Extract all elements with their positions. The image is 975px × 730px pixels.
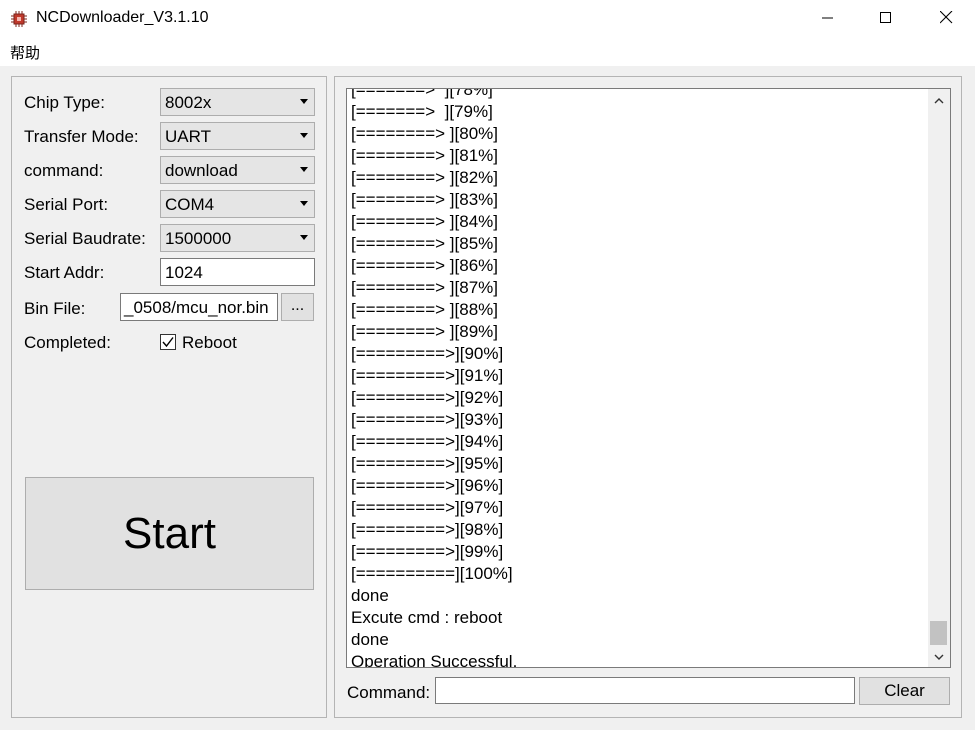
bin-file-label: Bin File:: [24, 299, 86, 318]
log-line: [==========][100%]: [351, 564, 513, 583]
log-line: [========> ][89%]: [351, 322, 498, 341]
log-line: [=========>][92%]: [351, 388, 504, 407]
chip-type-value: 8002x: [165, 93, 212, 112]
log-line: Excute cmd : reboot: [351, 608, 503, 627]
log-lines: [=======> ][78%] [=======> ][79%] [=======…: [351, 88, 926, 668]
log-line: done: [351, 586, 389, 605]
chevron-down-icon: [300, 99, 308, 104]
log-output[interactable]: [=======> ][78%] [=======> ][79%] [=======…: [346, 88, 951, 668]
menu-help[interactable]: 帮助: [10, 42, 40, 63]
log-line: [=========>][98%]: [351, 520, 504, 539]
clear-button[interactable]: Clear: [859, 677, 950, 705]
log-line: [========> ][80%]: [351, 124, 498, 143]
log-line: [=======> ][79%]: [351, 102, 493, 121]
scroll-up-button[interactable]: [928, 89, 950, 111]
log-line: [=======> ][78%]: [351, 88, 493, 99]
command-label: command:: [24, 161, 104, 180]
baudrate-select[interactable]: 1500000: [160, 224, 315, 252]
chevron-down-icon: [300, 201, 308, 206]
start-button[interactable]: Start: [25, 477, 314, 590]
scroll-thumb[interactable]: [930, 621, 947, 645]
serial-port-label: Serial Port:: [24, 195, 109, 214]
log-line: [=========>][94%]: [351, 432, 504, 451]
transfer-mode-label: Transfer Mode:: [24, 127, 139, 146]
minimize-button[interactable]: [799, 0, 857, 38]
log-line: [=========>][93%]: [351, 410, 504, 429]
log-line: [========> ][86%]: [351, 256, 498, 275]
log-line: [=========>][97%]: [351, 498, 504, 517]
command-input[interactable]: [435, 677, 855, 704]
reboot-checkbox[interactable]: [160, 334, 176, 350]
menu-bar: 帮助: [0, 38, 975, 66]
start-addr-input[interactable]: 1024: [160, 258, 315, 286]
chevron-down-icon: [300, 235, 308, 240]
maximize-button[interactable]: [857, 0, 915, 38]
chip-type-label: Chip Type:: [24, 93, 105, 112]
log-line: [=========>][99%]: [351, 542, 504, 561]
log-line: done: [351, 630, 389, 649]
chip-icon: [10, 10, 28, 28]
close-button[interactable]: [917, 0, 975, 38]
bin-file-input[interactable]: _0508/mcu_nor.bin: [120, 293, 278, 321]
command-input-label: Command:: [347, 683, 431, 702]
serial-port-select[interactable]: COM4: [160, 190, 315, 218]
title-bar[interactable]: NCDownloader_V3.1.10: [0, 0, 975, 38]
log-line: [========> ][81%]: [351, 146, 498, 165]
log-line: [=========>][90%]: [351, 344, 504, 363]
window-title: NCDownloader_V3.1.10: [36, 9, 209, 26]
log-line: [========> ][84%]: [351, 212, 498, 231]
transfer-mode-value: UART: [165, 127, 211, 146]
command-select[interactable]: download: [160, 156, 315, 184]
log-line: [=========>][95%]: [351, 454, 504, 473]
log-scrollbar[interactable]: [928, 89, 950, 667]
browse-button[interactable]: ...: [281, 293, 314, 321]
completed-label: Completed:: [24, 333, 111, 352]
log-line: [=========>][96%]: [351, 476, 504, 495]
log-line: [========> ][82%]: [351, 168, 498, 187]
maximize-icon: [880, 9, 892, 29]
transfer-mode-select[interactable]: UART: [160, 122, 315, 150]
reboot-label: Reboot: [182, 333, 237, 352]
chip-type-select[interactable]: 8002x: [160, 88, 315, 116]
log-line: [========> ][87%]: [351, 278, 498, 297]
chevron-down-icon: [300, 133, 308, 138]
log-line: [========> ][83%]: [351, 190, 498, 209]
log-line: Operation Successful.: [351, 652, 518, 668]
log-line: [=========>][91%]: [351, 366, 504, 385]
scroll-down-button[interactable]: [928, 645, 950, 667]
baudrate-value: 1500000: [165, 229, 232, 248]
serial-port-value: COM4: [165, 195, 215, 214]
start-addr-label: Start Addr:: [24, 263, 105, 282]
log-line: [========> ][85%]: [351, 234, 498, 253]
close-icon: [939, 9, 953, 29]
log-line: [========> ][88%]: [351, 300, 498, 319]
chevron-up-icon: [934, 90, 944, 110]
chevron-down-icon: [934, 646, 944, 666]
minimize-icon: [822, 9, 834, 29]
chevron-down-icon: [300, 167, 308, 172]
baudrate-label: Serial Baudrate:: [24, 229, 146, 248]
command-value: download: [165, 161, 238, 180]
